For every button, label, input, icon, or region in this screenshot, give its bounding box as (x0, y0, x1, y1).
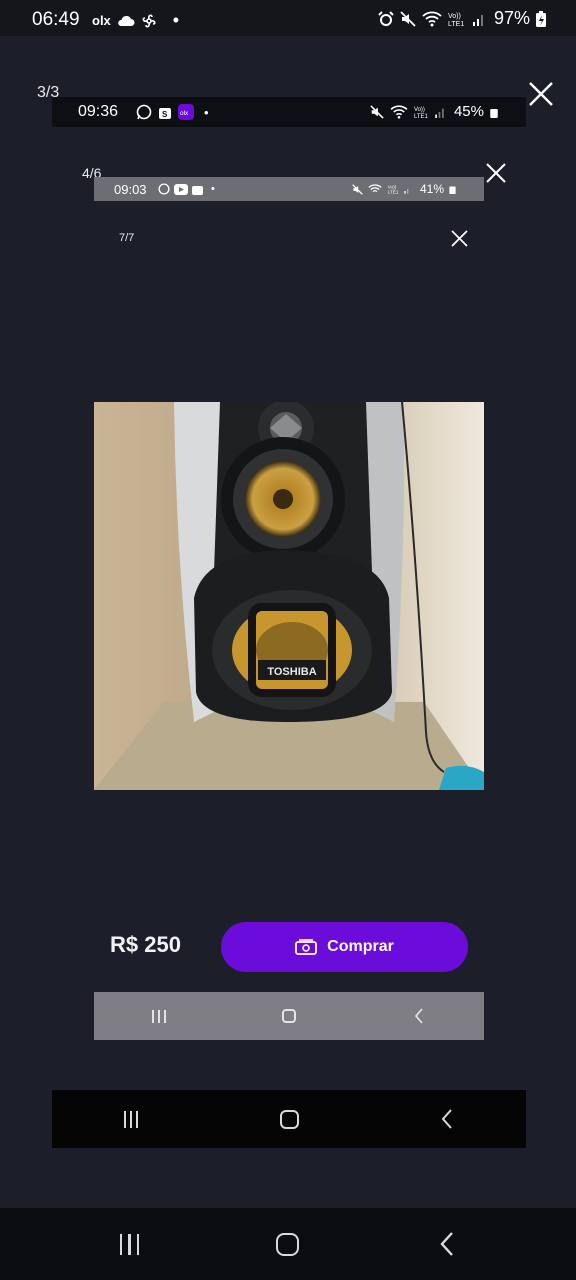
inner-status-time: 09:36 (78, 103, 119, 120)
battery-text: 97% (493, 8, 530, 28)
wifi-icon (390, 104, 408, 119)
wifi-icon (422, 11, 442, 26)
mute-icon (370, 104, 384, 119)
close-viewer-button-middle[interactable] (485, 162, 507, 189)
recents-icon (124, 1110, 138, 1128)
back-button[interactable] (417, 1099, 477, 1139)
recents-button[interactable] (99, 1224, 159, 1264)
svg-text:LTE1: LTE1 (414, 113, 428, 119)
recents-icon (152, 1009, 166, 1023)
buy-button[interactable]: Comprar (221, 922, 468, 972)
lte-signal-icon: Vo))LTE1 (448, 13, 483, 28)
svg-text:S: S (162, 110, 168, 119)
alarm-icon (378, 10, 394, 26)
innermost-status-right: Vo)) LTE1 41% (352, 182, 456, 196)
back-icon (441, 1109, 452, 1129)
svg-text:LTE1: LTE1 (388, 190, 399, 195)
inner-status-icons: S olx • (136, 104, 209, 120)
close-icon (451, 230, 468, 247)
speaker-brand-text: TOSHIBA (267, 666, 316, 678)
recents-button[interactable] (129, 996, 189, 1036)
home-icon (276, 1232, 300, 1256)
dot-icon: • (211, 183, 215, 195)
olx-icon: olx (92, 13, 111, 28)
olx-app-icon: olx (178, 104, 194, 120)
app-icon (192, 185, 203, 195)
lte-signal-icon: Vo))LTE1 (388, 184, 409, 195)
back-button[interactable] (389, 996, 449, 1036)
innermost-status-icons: • (158, 183, 215, 195)
innermost-navigation-bar (94, 992, 484, 1040)
whatsapp-icon (136, 104, 152, 120)
back-icon (414, 1008, 423, 1024)
youtube-icon (174, 183, 188, 195)
svg-text:Vo)): Vo)) (448, 13, 461, 20)
mute-icon (352, 183, 363, 195)
status-left-icons: olx • (92, 10, 179, 31)
dot-icon: • (172, 10, 180, 30)
buy-button-label: Comprar (327, 938, 394, 955)
product-price: R$ 250 (110, 932, 181, 957)
cloud-icon (118, 15, 135, 26)
home-icon (279, 1109, 299, 1129)
innermost-status-bar: 09:03 • Vo)) LTE1 41% (94, 177, 484, 201)
close-icon (529, 82, 553, 106)
speaker-image: TOSHIBA (94, 402, 484, 790)
back-button[interactable] (417, 1224, 477, 1264)
recents-button[interactable] (101, 1099, 161, 1139)
status-time: 06:49 (32, 9, 80, 30)
wifi-icon (368, 183, 382, 192)
image-counter-inner: 7/7 (119, 232, 135, 244)
system-navigation-bar (0, 1208, 576, 1280)
svg-text:olx: olx (180, 110, 189, 117)
inner-battery-text: 45% (453, 103, 484, 120)
battery-charging-icon (536, 10, 546, 27)
dot-icon: • (204, 104, 209, 120)
battery-icon (490, 108, 498, 118)
fan-icon (142, 13, 156, 28)
product-photo[interactable]: TOSHIBA (94, 402, 484, 790)
shopping-bag-icon: S (159, 108, 171, 119)
mute-icon (400, 10, 416, 27)
close-viewer-button-inner[interactable] (451, 230, 468, 252)
home-button[interactable] (258, 1224, 318, 1264)
status-bar: 06:49 olx • Vo)) LTE1 97% (0, 0, 576, 36)
svg-text:LTE1: LTE1 (448, 21, 464, 28)
status-right-icons: Vo)) LTE1 97% (378, 8, 546, 29)
battery-icon (449, 186, 456, 194)
close-icon (486, 163, 506, 183)
svg-text:Vo)): Vo)) (414, 107, 425, 113)
home-button[interactable] (259, 1099, 319, 1139)
whatsapp-icon (158, 183, 170, 195)
cash-icon (295, 939, 318, 955)
svg-text:Vo)): Vo)) (388, 184, 397, 189)
home-button[interactable] (259, 996, 319, 1036)
inner-status-right: Vo)) LTE1 45% (370, 103, 498, 120)
innermost-battery-text: 41% (419, 182, 444, 196)
innermost-status-time: 09:03 (114, 182, 147, 197)
inner-status-bar: 09:36 S olx • Vo)) LTE1 45% (52, 97, 526, 127)
recents-icon (119, 1233, 140, 1255)
lte-signal-icon: Vo))LTE1 (414, 107, 444, 119)
back-icon (440, 1232, 453, 1256)
close-viewer-button[interactable] (527, 80, 555, 113)
inner-navigation-bar (52, 1090, 526, 1148)
home-icon (282, 1009, 296, 1023)
